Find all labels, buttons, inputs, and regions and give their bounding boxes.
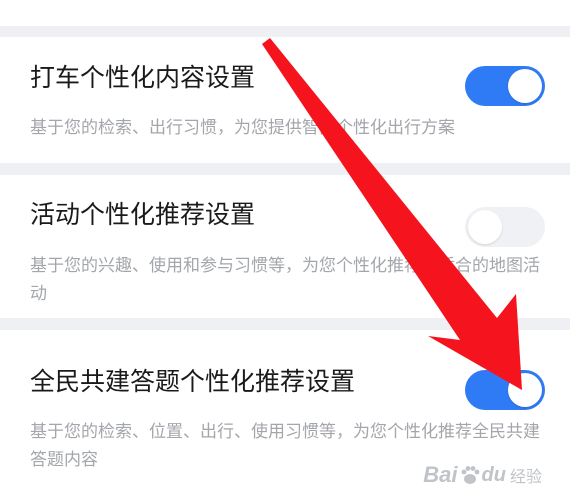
watermark-tag: 经验 bbox=[509, 469, 542, 486]
baidu-paw-icon bbox=[461, 466, 479, 484]
toggle-knob bbox=[508, 69, 542, 103]
watermark-text-right: du bbox=[481, 463, 506, 486]
toggle-switch-quiz[interactable] bbox=[465, 370, 545, 410]
setting-card-activity: 活动个性化推荐设置 基于您的兴趣、使用和参与习惯等，为您个性化推荐更适合的地图活… bbox=[0, 175, 570, 318]
setting-card-taxi: 打车个性化内容设置 基于您的检索、出行习惯，为您提供智能个性化出行方案 bbox=[0, 37, 570, 163]
toggle-knob bbox=[508, 373, 542, 407]
setting-description: 基于您的检索、出行习惯，为您提供智能个性化出行方案 bbox=[30, 118, 455, 138]
watermark-text-left: Bai bbox=[423, 462, 458, 487]
toggle-switch-activity[interactable] bbox=[465, 207, 545, 247]
toggle-switch-taxi[interactable] bbox=[465, 66, 545, 106]
setting-title: 全民共建答题个性化推荐设置 bbox=[30, 367, 356, 396]
setting-title: 打车个性化内容设置 bbox=[30, 63, 256, 92]
setting-description: 基于您的兴趣、使用和参与习惯等，为您个性化推荐更适合的地图活动 bbox=[30, 256, 540, 304]
baidu-watermark: Bai du 经验 bbox=[423, 462, 542, 488]
setting-title: 活动个性化推荐设置 bbox=[30, 200, 256, 229]
toggle-knob bbox=[468, 210, 502, 244]
setting-card-partial bbox=[0, 0, 570, 26]
